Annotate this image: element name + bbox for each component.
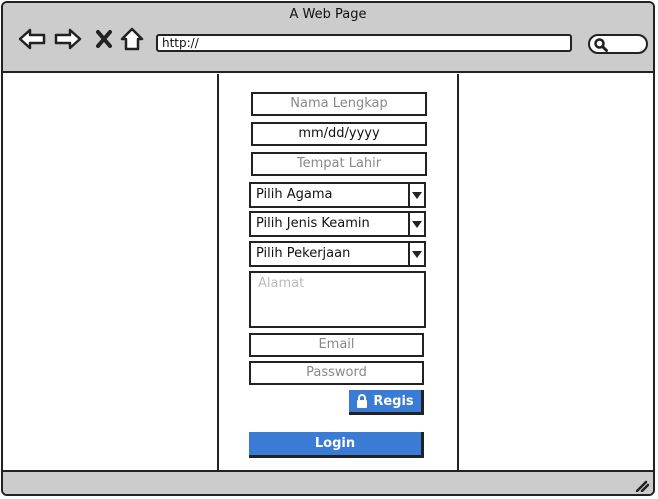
- window-title: A Web Page: [289, 7, 367, 22]
- password-input[interactable]: Password: [249, 361, 424, 385]
- url-input[interactable]: http://: [156, 34, 572, 52]
- birthplace-input[interactable]: Tempat Lahir: [251, 152, 427, 176]
- resize-handle-icon[interactable]: [633, 478, 649, 492]
- login-button[interactable]: Login: [249, 432, 424, 458]
- forward-arrow-icon[interactable]: [53, 24, 83, 54]
- gender-select-value: Pilih Jenis Keamin: [256, 216, 370, 231]
- back-arrow-icon[interactable]: [17, 24, 47, 54]
- browser-window: A Web Page http:// Nama Lengkap mm/dd/yy…: [1, 1, 655, 496]
- job-select[interactable]: Pilih Pekerjaan: [249, 241, 426, 267]
- register-button-label: Regis: [373, 393, 414, 409]
- search-icon: [594, 38, 608, 52]
- job-select-value: Pilih Pekerjaan: [256, 246, 351, 261]
- religion-select-value: Pilih Agama: [256, 187, 333, 202]
- chevron-down-icon: [408, 243, 424, 265]
- home-icon[interactable]: [117, 24, 147, 54]
- full-name-input[interactable]: Nama Lengkap: [251, 92, 427, 116]
- religion-select[interactable]: Pilih Agama: [249, 182, 426, 208]
- status-bar: [3, 470, 653, 494]
- browser-toolbar: A Web Page http://: [3, 3, 653, 73]
- search-field[interactable]: [588, 34, 648, 54]
- address-textarea[interactable]: Alamat: [249, 271, 426, 328]
- email-input[interactable]: Email: [249, 333, 424, 357]
- date-of-birth-input[interactable]: mm/dd/yyyy: [251, 122, 427, 146]
- registration-form: Nama Lengkap mm/dd/yyyy Tempat Lahir Pil…: [217, 74, 459, 472]
- chevron-down-icon: [408, 213, 424, 235]
- close-icon[interactable]: [89, 24, 119, 54]
- register-button[interactable]: Regis: [349, 390, 424, 415]
- lock-icon: [357, 394, 368, 408]
- chevron-down-icon: [408, 184, 424, 206]
- gender-select[interactable]: Pilih Jenis Keamin: [249, 211, 426, 237]
